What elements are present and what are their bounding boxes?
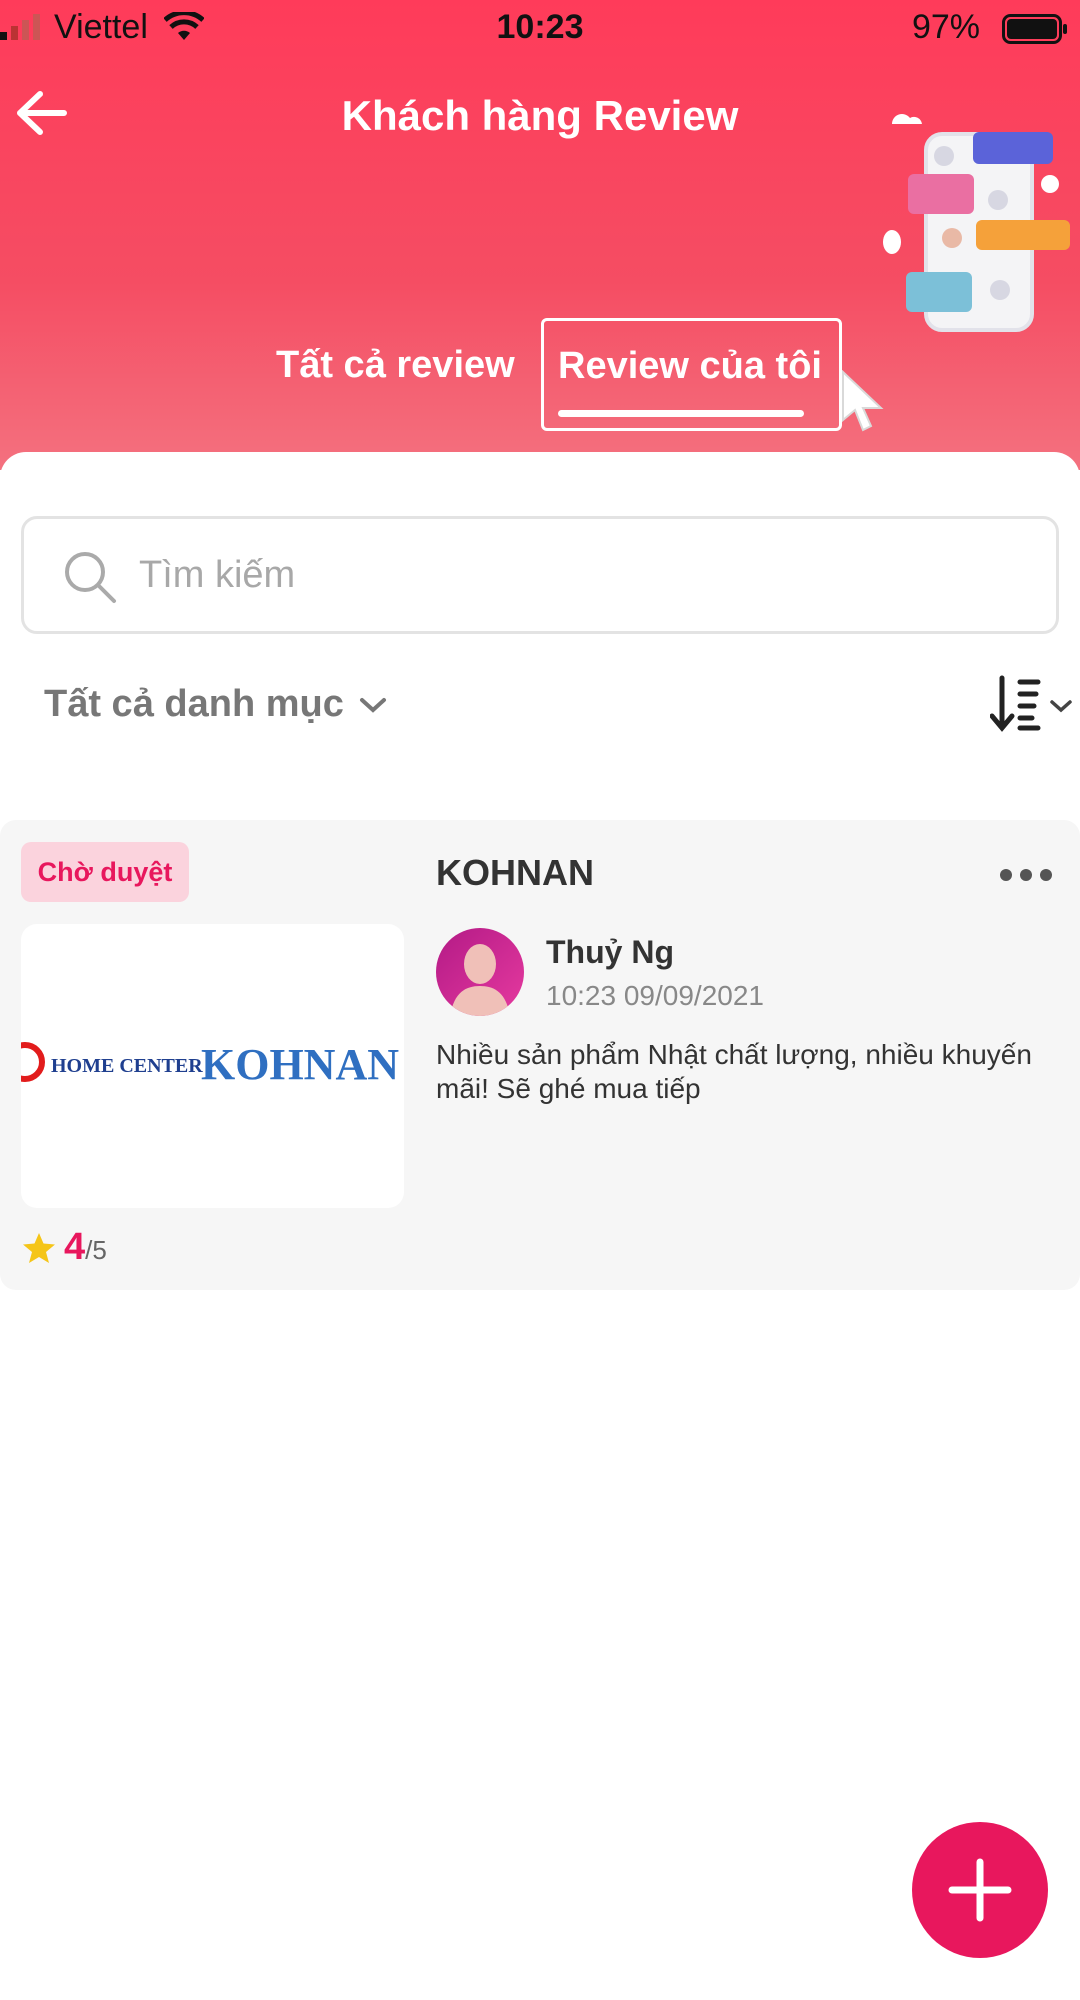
user-avatar: [436, 928, 524, 1016]
review-text: Nhiều sản phẩm Nhật chất lượng, nhiều kh…: [436, 1039, 1032, 1104]
search-input[interactable]: [139, 543, 1019, 607]
tab-my-reviews[interactable]: Review của tôi: [541, 318, 842, 431]
more-options-icon[interactable]: [998, 860, 1054, 890]
tab-my-reviews-label: Review của tôi: [558, 345, 822, 387]
active-tab-indicator: [558, 410, 804, 417]
logo-text-right: KOHNAN: [201, 1040, 399, 1089]
status-badge: Chờ duyệt: [21, 842, 189, 902]
store-logo-graphic: HOME CENTER KOHNAN: [21, 1040, 399, 1089]
search-bar[interactable]: [21, 516, 1059, 634]
rating-max: /5: [85, 1235, 107, 1265]
battery-percent: 97%: [911, 8, 980, 46]
reviewer-name: Thuỷ Ng: [546, 934, 674, 970]
category-label: Tất cả danh mục: [44, 683, 344, 725]
store-logo: HOME CENTER KOHNAN: [21, 924, 404, 1208]
logo-text-left: HOME CENTER: [51, 1055, 203, 1077]
status-bar: Viettel 10:23 97%: [0, 0, 1080, 56]
chevron-down-icon: [359, 697, 386, 713]
sort-descending-icon[interactable]: [990, 674, 1076, 734]
store-name[interactable]: KOHNAN: [436, 852, 594, 894]
tab-all-reviews[interactable]: Tất cả review: [276, 344, 515, 387]
search-icon: [65, 552, 116, 603]
add-review-button[interactable]: [912, 1822, 1048, 1958]
battery-icon: [1002, 14, 1067, 44]
plus-icon: [948, 1858, 1012, 1922]
rating-score: 4: [64, 1226, 86, 1268]
review-illustration: [883, 114, 1070, 332]
review-date: 10:23 09/09/2021: [546, 980, 764, 1011]
category-dropdown[interactable]: Tất cả danh mục: [44, 683, 388, 726]
star-icon: [23, 1232, 55, 1263]
pointer-cursor-icon: [842, 370, 884, 432]
rating: 4 /5: [22, 1226, 107, 1269]
